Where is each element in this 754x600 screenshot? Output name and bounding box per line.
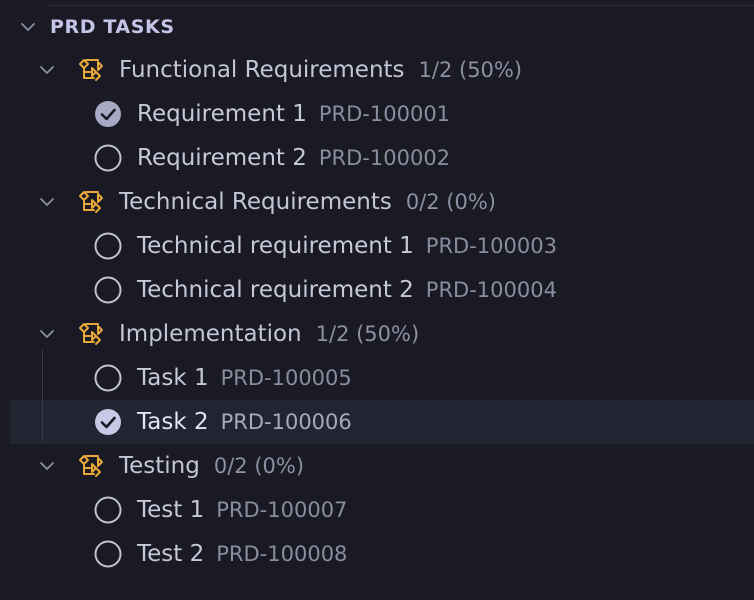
task-row[interactable]: Technical requirement 1 PRD-100003	[0, 224, 754, 268]
group-label: Implementation	[119, 321, 302, 347]
section-title: PRD TASKS	[50, 16, 175, 38]
task-label: Requirement 2	[137, 145, 307, 171]
group-progress: 0/2 (0%)	[405, 190, 497, 214]
task-id: PRD-100006	[220, 410, 352, 434]
task-row-selected[interactable]: Task 2 PRD-100006	[0, 400, 754, 444]
task-label: Technical requirement 1	[137, 233, 414, 259]
empty-circle-icon[interactable]	[93, 275, 123, 305]
task-row[interactable]: Requirement 2 PRD-100002	[0, 136, 754, 180]
chevron-down-icon[interactable]	[37, 192, 57, 212]
indent-guide	[42, 350, 43, 442]
task-id: PRD-100007	[216, 498, 348, 522]
empty-circle-icon[interactable]	[93, 231, 123, 261]
task-row[interactable]: Test 2 PRD-100008	[0, 532, 754, 576]
task-label: Task 1	[137, 365, 209, 391]
empty-circle-icon[interactable]	[93, 143, 123, 173]
task-label: Task 2	[137, 409, 209, 435]
prd-tasks-tree: PRD TASKS Functional Requirements 1/2 (5…	[0, 6, 754, 576]
task-label: Requirement 1	[137, 101, 307, 127]
group-progress: 1/2 (50%)	[418, 58, 523, 82]
empty-circle-icon[interactable]	[93, 495, 123, 525]
group-row-functional-requirements[interactable]: Functional Requirements 1/2 (50%)	[0, 48, 754, 92]
task-row[interactable]: Task 1 PRD-100005	[0, 356, 754, 400]
task-id: PRD-100004	[425, 278, 557, 302]
task-id: PRD-100003	[425, 234, 557, 258]
empty-circle-icon[interactable]	[93, 539, 123, 569]
empty-circle-icon[interactable]	[93, 363, 123, 393]
group-row-implementation[interactable]: Implementation 1/2 (50%)	[0, 312, 754, 356]
group-progress: 0/2 (0%)	[213, 454, 305, 478]
section-header-prd-tasks[interactable]: PRD TASKS	[0, 6, 754, 48]
task-id: PRD-100008	[216, 542, 348, 566]
task-label: Technical requirement 2	[137, 277, 414, 303]
task-hierarchy-icon	[77, 320, 107, 348]
task-row[interactable]: Technical requirement 2 PRD-100004	[0, 268, 754, 312]
chevron-down-icon[interactable]	[37, 60, 57, 80]
task-id: PRD-100001	[318, 102, 451, 126]
group-label: Testing	[119, 453, 200, 479]
task-label: Test 2	[137, 541, 205, 567]
task-hierarchy-icon	[77, 56, 107, 84]
group-label: Functional Requirements	[119, 57, 405, 83]
group-progress: 1/2 (50%)	[315, 322, 420, 346]
chevron-down-icon[interactable]	[37, 456, 57, 476]
group-row-testing[interactable]: Testing 0/2 (0%)	[0, 444, 754, 488]
task-label: Test 1	[137, 497, 205, 523]
task-row[interactable]: Requirement 1 PRD-100001	[0, 92, 754, 136]
task-id: PRD-100005	[220, 366, 352, 390]
task-hierarchy-icon	[77, 188, 107, 216]
checked-circle-icon[interactable]	[93, 99, 123, 129]
task-row[interactable]: Test 1 PRD-100007	[0, 488, 754, 532]
task-hierarchy-icon	[77, 452, 107, 480]
task-id: PRD-100002	[318, 146, 451, 170]
checked-circle-icon[interactable]	[93, 407, 123, 437]
group-label: Technical Requirements	[119, 189, 392, 215]
chevron-down-icon[interactable]	[18, 17, 38, 37]
chevron-down-icon[interactable]	[37, 324, 57, 344]
group-row-technical-requirements[interactable]: Technical Requirements 0/2 (0%)	[0, 180, 754, 224]
